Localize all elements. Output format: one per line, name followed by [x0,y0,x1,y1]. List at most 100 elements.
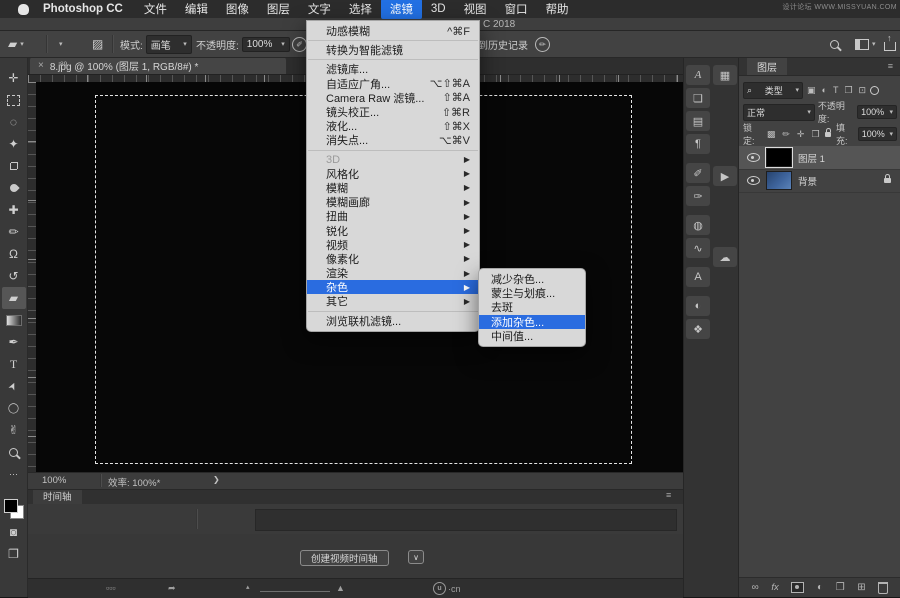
crop-tool[interactable] [2,155,26,177]
layer-row-background[interactable]: 背景 [739,169,900,193]
zoom-level-field[interactable]: 100% [42,475,66,486]
hand-tool[interactable]: ✌ [2,419,26,441]
zoom-tool[interactable] [2,441,26,463]
filter-shape-layers-icon[interactable]: ❒ [844,85,852,96]
share-button[interactable] [884,31,896,57]
link-layers-icon[interactable]: ∞ [752,582,759,593]
menu-item-lens-correction[interactable]: 镜头校正...⇧⌘R [307,105,479,119]
filter-pixel-layers-icon[interactable]: ▣ [807,85,816,96]
menu-edit[interactable]: 编辑 [176,0,217,19]
panel-menu-icon[interactable]: ≡ [666,490,670,500]
render-dots-icon[interactable]: ▫▫▫ [106,583,116,593]
healing-brush-tool[interactable]: ✚ [2,199,26,221]
menu-3d[interactable]: 3D [422,1,455,17]
lock-position-icon[interactable]: ✛ [797,129,805,140]
apple-icon[interactable] [18,4,29,15]
menu-filter[interactable]: 滤镜 [381,0,422,19]
screen-mode-button[interactable]: ❐ [2,543,26,565]
shape-tool[interactable]: ◯ [2,397,26,419]
brush-preset-picker[interactable]: 89 ▾ [56,31,63,57]
pressure-opacity-icon[interactable]: ✐ [292,37,307,52]
layer-row-layer1[interactable]: 图层 1 [739,146,900,170]
layer-name[interactable]: 图层 1 [798,151,825,165]
menu-item-filter-gallery[interactable]: 滤镜库... [307,62,479,76]
menu-item-despeckle[interactable]: 去斑 [479,300,585,314]
history-brush-tool[interactable]: ↺ [2,265,26,287]
pen-tool[interactable]: ✒ [2,331,26,353]
flick-playback-icon[interactable]: ➦ [168,583,176,594]
move-tool[interactable]: ✛ [2,67,26,89]
foreground-color-swatch[interactable] [4,499,18,513]
close-icon[interactable]: × [38,60,44,71]
visibility-eye-icon[interactable] [747,153,760,162]
airbrush-icon[interactable]: ✏ [535,37,550,52]
layer-filter-select[interactable]: ⌕ 类型 ▾ [743,82,803,99]
delete-layer-icon[interactable] [878,582,888,594]
menu-item-noise[interactable]: 杂色▶ [307,280,479,294]
marquee-tool[interactable] [2,89,26,111]
brush-settings-toggle[interactable]: ▨ [92,31,103,57]
menu-view[interactable]: 视图 [455,0,496,19]
menu-item-motion-blur[interactable]: 动感模糊^⌘F [307,24,479,38]
menu-window[interactable]: 窗口 [496,0,537,19]
menu-item-video[interactable]: 视频▶ [307,238,479,252]
menu-item-dust-and-scratches[interactable]: 蒙尘与划痕... [479,286,585,300]
menu-item-add-noise[interactable]: 添加杂色... [479,315,585,329]
menu-item-adaptive-wide-angle[interactable]: 自适应广角...⌥⇧⌘A [307,77,479,91]
paragraph-panel-icon[interactable]: ¶ [686,134,710,154]
styles-panel-icon[interactable]: ❖ [686,319,710,339]
menu-item-render[interactable]: 渲染▶ [307,266,479,280]
edit-toolbar-button[interactable]: ··· [2,463,26,485]
quick-selection-tool[interactable]: ✦ [2,133,26,155]
menu-image[interactable]: 图像 [217,0,258,19]
filter-adjustment-layers-icon[interactable]: ◐ [822,85,827,95]
color-swatches[interactable] [4,499,24,519]
search-button[interactable] [830,31,839,57]
menu-item-median[interactable]: 中间值... [479,329,585,343]
new-group-icon[interactable]: ❒ [836,582,845,593]
add-mask-icon[interactable] [791,582,804,593]
menu-item-vanishing-point[interactable]: 消失点...⌥⌘V [307,133,479,147]
create-video-timeline-dropdown[interactable]: ∨ [408,550,424,564]
actions-panel-icon[interactable]: ▶ [713,166,737,186]
visibility-eye-icon[interactable] [747,176,760,185]
libraries-panel-icon[interactable]: ☁ [713,247,737,267]
tab-timeline[interactable]: 时间轴 [33,488,82,504]
layer-opacity-select[interactable]: 100% ▾ [857,105,897,119]
menu-type[interactable]: 文字 [299,0,340,19]
adjustment-layer-icon[interactable]: ◐ [817,582,823,593]
quick-mask-button[interactable]: ◙ [2,521,26,543]
opacity-select[interactable]: 100% ▾ [242,37,290,52]
layer-comps-panel-icon[interactable]: ❏ [686,88,710,108]
lock-all-icon[interactable] [825,132,831,137]
workspace-switcher[interactable]: ▾ [855,31,876,57]
gradient-tool[interactable] [2,309,26,331]
menu-item-pixelate[interactable]: 像素化▶ [307,252,479,266]
layer-name[interactable]: 背景 [798,174,878,188]
menu-item-browse-filters-online[interactable]: 浏览联机滤镜... [307,314,479,328]
layer-thumbnail[interactable] [766,171,792,190]
blend-mode-select[interactable]: 正常 ▾ [743,104,815,121]
clone-stamp-tool[interactable]: Ω [2,243,26,265]
eraser-tool[interactable]: ▰ [2,287,26,309]
menu-item-liquify[interactable]: 液化...⇧⌘X [307,119,479,133]
paths-panel-icon[interactable]: ∿ [686,238,710,258]
create-video-timeline-button[interactable]: 创建视频时间轴 [300,550,389,566]
menu-item-camera-raw[interactable]: Camera Raw 滤镜...⇧⌘A [307,91,479,105]
menu-file[interactable]: 文件 [135,0,176,19]
notes-panel-icon[interactable]: ▤ [686,111,710,131]
menu-item-reduce-noise[interactable]: 减少杂色... [479,272,585,286]
zoom-out-icon[interactable]: ▴ [246,583,250,591]
lock-artboard-icon[interactable]: ❒ [811,129,819,140]
textures-panel-icon[interactable]: ◍ [686,215,710,235]
glyphs-panel-icon[interactable]: A [686,65,710,85]
character-panel-icon[interactable]: A [686,267,710,287]
mode-select[interactable]: 画笔 ▾ [146,35,192,54]
menu-item-sharpen[interactable]: 锐化▶ [307,223,479,237]
swatches-panel-icon[interactable]: ▦ [713,65,737,85]
path-select-tool[interactable]: ➤ [2,375,26,397]
eyedropper-tool[interactable] [2,177,26,199]
status-chevron-icon[interactable]: ❯ [213,475,220,484]
menu-item-stylize[interactable]: 风格化▶ [307,167,479,181]
layer-fill-select[interactable]: 100% ▾ [858,127,897,141]
